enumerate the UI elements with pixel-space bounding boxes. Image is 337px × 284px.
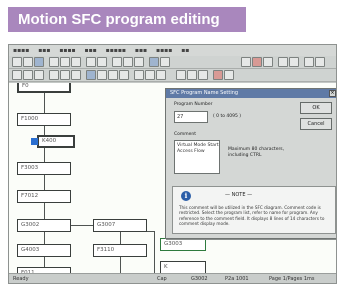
read-button[interactable]	[149, 57, 159, 67]
menu-item[interactable]: ▪▪▪	[135, 47, 147, 54]
note-panel: i — NOTE — This comment will be utilized…	[172, 186, 336, 234]
coupling-tool-button[interactable]	[60, 70, 70, 80]
zoom-in-button[interactable]	[278, 57, 288, 67]
redo-button[interactable]	[97, 57, 107, 67]
comment-field[interactable]: Virtual Mode Start Access Flow	[174, 140, 220, 174]
diagram-view-button[interactable]	[187, 70, 197, 80]
select-button[interactable]	[156, 70, 166, 80]
copy-button[interactable]	[60, 57, 70, 67]
status-bar: Ready Cap G3002 P2a 1001 Page 1/Pages 1m…	[9, 273, 336, 283]
sfc-step[interactable]: K400	[37, 135, 75, 148]
shift-button[interactable]	[145, 70, 155, 80]
program-number-field[interactable]: 27	[174, 111, 208, 123]
main-toolbar	[9, 56, 336, 69]
save-button[interactable]	[34, 57, 44, 67]
open-file-button[interactable]	[23, 57, 33, 67]
comment-label: Comment	[174, 132, 197, 137]
end-tool-button[interactable]	[71, 70, 81, 80]
note-body: This comment will be utilized in the SFC…	[179, 205, 325, 226]
note-title: — NOTE —	[225, 192, 253, 198]
menu-item[interactable]: ▪▪▪▪	[59, 47, 75, 54]
subroutine-button[interactable]	[108, 70, 118, 80]
run-button[interactable]	[263, 57, 273, 67]
undo-button[interactable]	[86, 57, 96, 67]
sfc-step[interactable]: G3007	[93, 219, 147, 232]
status-mode: Ready	[13, 276, 29, 282]
sfc-step[interactable]: G4003	[17, 244, 71, 257]
print-button[interactable]	[134, 57, 144, 67]
stop-button[interactable]	[252, 57, 262, 67]
properties-button[interactable]	[224, 70, 234, 80]
sfc-step[interactable]: F3110	[93, 244, 147, 257]
wait-button[interactable]	[134, 70, 144, 80]
status-b: P2a 1001	[225, 276, 249, 282]
close-icon[interactable]: ×	[329, 90, 336, 97]
sfc-step[interactable]: G3002	[17, 219, 71, 232]
status-a: G3002	[191, 276, 208, 282]
section-banner: Motion SFC program editing	[8, 7, 246, 32]
menu-item[interactable]: ▪▪▪	[38, 47, 50, 54]
sfc-program-name-dialog: SFC Program Name Setting × Program Numbe…	[165, 88, 336, 239]
menu-item[interactable]: ▪▪▪▪▪	[106, 47, 126, 54]
program-number-label: Program Number	[174, 102, 213, 107]
replace-button[interactable]	[123, 57, 133, 67]
sfc-step[interactable]: G3003	[160, 238, 206, 251]
cut-button[interactable]	[49, 57, 59, 67]
find-button[interactable]	[112, 57, 122, 67]
jump-tool-button[interactable]	[34, 70, 44, 80]
sfc-step[interactable]: F1000	[17, 113, 71, 126]
list-view-button[interactable]	[176, 70, 186, 80]
step-tool-button[interactable]	[12, 70, 22, 80]
clear-step-button[interactable]	[119, 70, 129, 80]
menu-bar: ▪▪▪▪ ▪▪▪ ▪▪▪▪ ▪▪▪ ▪▪▪▪▪ ▪▪▪ ▪▪▪▪ ▪▪	[9, 45, 336, 56]
help-button[interactable]	[304, 57, 314, 67]
cancel-button[interactable]: Cancel	[300, 118, 332, 130]
sfc-editor-window: ▪▪▪▪ ▪▪▪ ▪▪▪▪ ▪▪▪ ▪▪▪▪▪ ▪▪▪ ▪▪▪▪ ▪▪ F0 F…	[8, 44, 337, 284]
new-file-button[interactable]	[12, 57, 22, 67]
comment-view-button[interactable]	[198, 70, 208, 80]
zoom-out-button[interactable]	[289, 57, 299, 67]
menu-item[interactable]: ▪▪▪	[85, 47, 97, 54]
operation-step-button[interactable]	[97, 70, 107, 80]
program-range-label: ( 0 to 4095 )	[213, 114, 242, 119]
branch-tool-button[interactable]	[49, 70, 59, 80]
motion-step-button[interactable]	[86, 70, 96, 80]
menu-item[interactable]: ▪▪	[181, 47, 189, 54]
monitor-button[interactable]	[241, 57, 251, 67]
flow-line	[154, 231, 155, 275]
menu-item[interactable]: ▪▪▪▪	[156, 47, 172, 54]
sfc-step[interactable]: F3003	[17, 162, 71, 175]
menu-item[interactable]: ▪▪▪▪	[13, 47, 29, 54]
ok-button[interactable]: OK	[300, 102, 332, 114]
sfc-step[interactable]: F0	[17, 83, 71, 93]
transition-tool-button[interactable]	[23, 70, 33, 80]
write-button[interactable]	[160, 57, 170, 67]
sfc-toolbar	[9, 69, 336, 82]
paste-button[interactable]	[71, 57, 81, 67]
status-position: Cap	[157, 276, 167, 282]
max-chars-note: Maximum 80 characters, including CTRL	[228, 147, 285, 158]
status-c: Page 1/Pages 1ms	[269, 276, 315, 282]
sfc-step[interactable]: F7012	[17, 190, 71, 203]
about-button[interactable]	[315, 57, 325, 67]
delete-button[interactable]	[213, 70, 223, 80]
info-icon: i	[181, 191, 191, 201]
selection-marker	[31, 138, 38, 145]
dialog-title: SFC Program Name Setting	[166, 89, 336, 98]
